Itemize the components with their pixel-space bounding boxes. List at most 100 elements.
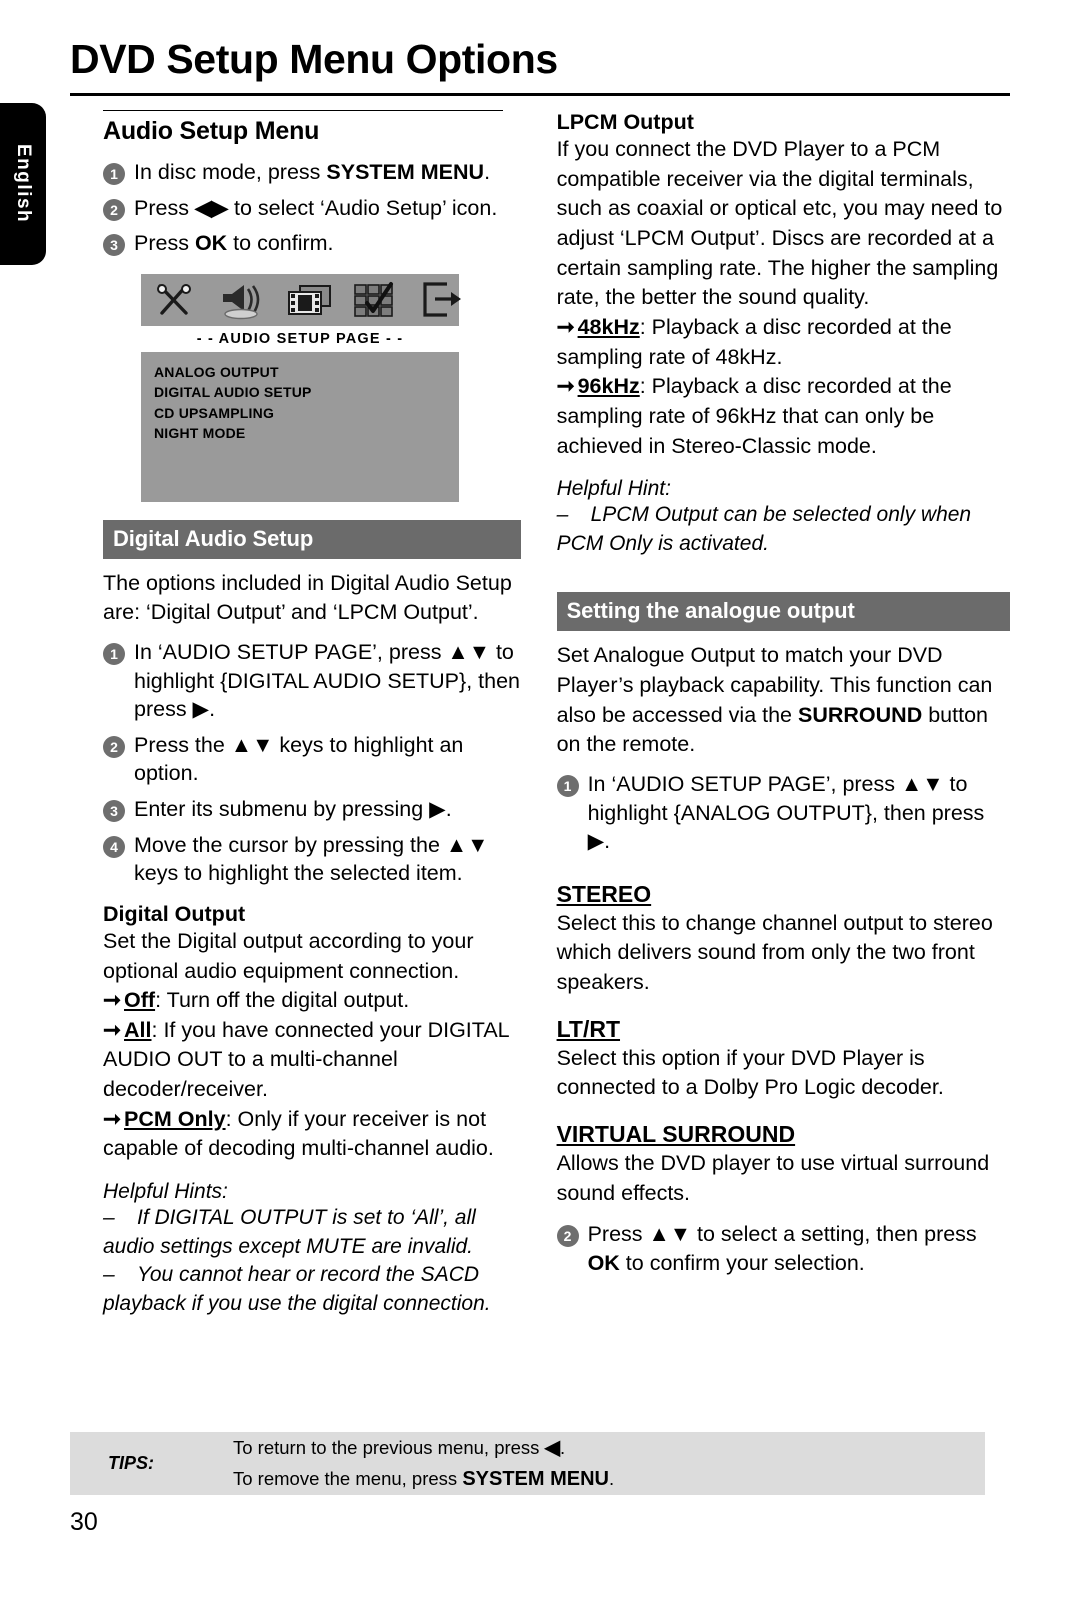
left-arrow-icon: ◀ bbox=[544, 1437, 560, 1460]
step-text-part2: to confirm your selection. bbox=[619, 1250, 865, 1275]
right-column: LPCM Output If you connect the DVD Playe… bbox=[556, 110, 1010, 1318]
lpcm-option: ➞ 96kHz: Playback a disc recorded at the … bbox=[557, 372, 1010, 461]
option-term: Off bbox=[124, 988, 156, 1013]
osd-menu-item[interactable]: ANALOG OUTPUT bbox=[154, 362, 459, 382]
option-desc: : Turn off the digital output. bbox=[155, 988, 410, 1013]
tips-lines: To return to the previous menu, press ◀.… bbox=[233, 1433, 614, 1494]
tips-line1-end: . bbox=[559, 1437, 566, 1459]
arrow-bullet-icon: ➞ bbox=[103, 1017, 122, 1042]
digital-output-body: Set the Digital output according to your… bbox=[103, 928, 474, 983]
mode-desc-stereo: Select this to change channel output to … bbox=[556, 910, 993, 995]
digital-output-option: ➞ All: If you have connected your DIGITAL… bbox=[103, 1016, 521, 1105]
mode-desc-ltrt: Select this option if your DVD Player is… bbox=[556, 1045, 944, 1100]
analogue-intro: Set Analogue Output to match your DVD Pl… bbox=[557, 641, 1010, 760]
tips-line2-text: To remove the menu, press bbox=[233, 1467, 463, 1489]
dash-bullet-icon: – bbox=[556, 503, 569, 527]
surround-button-label: SURROUND bbox=[798, 702, 923, 727]
step-item: 3 Press OK to confirm. bbox=[103, 229, 521, 258]
option-term: 48kHz bbox=[577, 314, 640, 339]
film-icon bbox=[285, 280, 331, 320]
option-term: 96kHz bbox=[577, 374, 640, 399]
dash-bullet-icon: – bbox=[103, 1263, 115, 1287]
left-column: Audio Setup Menu 1 In disc mode, press S… bbox=[70, 110, 521, 1318]
osd-icon-bar bbox=[141, 274, 461, 326]
step-item: 1 In ‘AUDIO SETUP PAGE’, press ▲▼ to hig… bbox=[556, 770, 1010, 856]
step-text: Press ▲▼ to select a setting, then press… bbox=[588, 1220, 1010, 1277]
helpful-hint-line: – LPCM Output can be selected only when P… bbox=[557, 501, 1010, 558]
step-number: 1 bbox=[556, 774, 579, 797]
step-number: 2 bbox=[103, 198, 125, 221]
step-text: In disc mode, press SYSTEM MENU. bbox=[134, 160, 491, 184]
title-divider bbox=[70, 93, 1010, 97]
helpful-hints-title: Helpful Hints: bbox=[103, 1180, 228, 1204]
step-item: 2 Press ▲▼ to select a setting, then pre… bbox=[556, 1220, 1010, 1277]
language-tab-label: English bbox=[13, 144, 34, 224]
option-desc: : If you have connected your DIGITAL AUD… bbox=[103, 1017, 509, 1102]
step-number: 3 bbox=[103, 234, 125, 257]
hint-text: If DIGITAL OUTPUT is set to ‘All’, all a… bbox=[103, 1206, 476, 1258]
step-item: 3 Enter its submenu by pressing ▶. bbox=[103, 795, 521, 824]
mode-desc-virtual-surround: Allows the DVD player to use virtual sur… bbox=[556, 1151, 990, 1205]
helpful-hint-line: – If DIGITAL OUTPUT is set to ‘All’, all … bbox=[103, 1204, 521, 1261]
tips-line-1: To return to the previous menu, press ◀. bbox=[233, 1433, 614, 1463]
helpful-hint-title: Helpful Hint: bbox=[556, 477, 671, 501]
hint-text: You cannot hear or record the SACD playb… bbox=[103, 1263, 491, 1315]
tools-icon bbox=[153, 280, 197, 320]
step-text: Enter its submenu by pressing ▶. bbox=[134, 797, 452, 822]
ok-button-label: OK bbox=[587, 1250, 620, 1275]
mode-heading-stereo: STEREO bbox=[556, 880, 652, 907]
page-title: DVD Setup Menu Options bbox=[70, 36, 558, 82]
page-body: DVD Setup Menu Options Audio Setup Menu … bbox=[70, 0, 1010, 1618]
dash-bullet-icon: – bbox=[103, 1206, 115, 1230]
hint-text: LPCM Output can be selected only when PC… bbox=[556, 503, 972, 555]
step-text: Press the ▲▼ keys to highlight an option… bbox=[134, 732, 464, 786]
system-menu-button-label: SYSTEM MENU bbox=[462, 1467, 609, 1490]
step-text-part1: Press ▲▼ to select a setting, then press bbox=[587, 1222, 977, 1247]
tips-line2-end: . bbox=[609, 1467, 615, 1489]
step-number: 2 bbox=[103, 735, 125, 758]
step-text: Press OK to confirm. bbox=[134, 231, 334, 256]
step-text: Press ◀▶ to select ‘Audio Setup’ icon. bbox=[134, 195, 498, 220]
step-item: 2 Press the ▲▼ keys to highlight an opti… bbox=[103, 731, 521, 788]
step-text: Move the cursor by pressing the ▲▼ keys … bbox=[134, 832, 489, 886]
arrow-bullet-icon: ➞ bbox=[556, 374, 575, 399]
lpcm-option: ➞ 48kHz: Playback a disc recorded at the … bbox=[557, 313, 1010, 372]
digital-output-option: ➞ Off: Turn off the digital output. bbox=[103, 986, 521, 1016]
osd-menu-list: ANALOG OUTPUT DIGITAL AUDIO SETUP CD UPS… bbox=[141, 352, 459, 502]
step-item: 2 Press ◀▶ to select ‘Audio Setup’ icon. bbox=[103, 194, 521, 223]
preferences-grid-icon bbox=[351, 280, 395, 320]
dvd-osd-screenshot: - - AUDIO SETUP PAGE - - ANALOG OUTPUT D… bbox=[141, 273, 461, 502]
step-number: 1 bbox=[103, 643, 125, 666]
band-setting-analogue-output: Setting the analogue output bbox=[556, 592, 1010, 632]
step-text: In ‘AUDIO SETUP PAGE’, press ▲▼ to highl… bbox=[134, 640, 520, 722]
osd-menu-item[interactable]: CD UPSAMPLING bbox=[154, 403, 459, 423]
step-number: 3 bbox=[103, 800, 125, 823]
band-digital-audio-setup: Digital Audio Setup bbox=[103, 519, 521, 559]
step-number: 4 bbox=[103, 835, 125, 858]
audio-setup-menu-heading: Audio Setup Menu bbox=[103, 117, 320, 145]
mode-heading-ltrt: LT/RT bbox=[556, 1015, 621, 1042]
helpful-hint-line: – You cannot hear or record the SACD play… bbox=[103, 1261, 521, 1318]
step-text: In ‘AUDIO SETUP PAGE’, press ▲▼ to highl… bbox=[587, 771, 985, 854]
option-term: PCM Only bbox=[124, 1106, 226, 1131]
tips-label: TIPS: bbox=[108, 1453, 155, 1473]
step-number: 1 bbox=[103, 163, 125, 185]
language-tab: English bbox=[0, 103, 46, 265]
arrow-bullet-icon: ➞ bbox=[556, 314, 575, 339]
lpcm-output-body: If you connect the DVD Player to a PCM c… bbox=[556, 137, 1003, 310]
step-item: 4 Move the cursor by pressing the ▲▼ key… bbox=[103, 831, 521, 888]
step-number: 2 bbox=[556, 1225, 579, 1248]
tips-line-2: To remove the menu, press SYSTEM MENU. bbox=[233, 1464, 614, 1494]
section-divider bbox=[103, 110, 503, 111]
mode-heading-virtual-surround: VIRTUAL SURROUND bbox=[556, 1121, 796, 1147]
arrow-bullet-icon: ➞ bbox=[103, 1106, 122, 1131]
digital-output-option: ➞ PCM Only: Only if your receiver is not … bbox=[103, 1105, 521, 1164]
osd-menu-item[interactable]: NIGHT MODE bbox=[154, 423, 459, 443]
option-term: All bbox=[124, 1017, 152, 1042]
lpcm-output-heading: LPCM Output bbox=[556, 110, 694, 134]
tips-box: TIPS: To return to the previous menu, pr… bbox=[70, 1432, 985, 1495]
arrow-bullet-icon: ➞ bbox=[103, 988, 122, 1013]
digital-output-heading: Digital Output bbox=[103, 901, 246, 926]
digital-audio-setup-intro: The options included in Digital Audio Se… bbox=[103, 570, 512, 625]
osd-menu-item[interactable]: DIGITAL AUDIO SETUP bbox=[154, 382, 459, 402]
